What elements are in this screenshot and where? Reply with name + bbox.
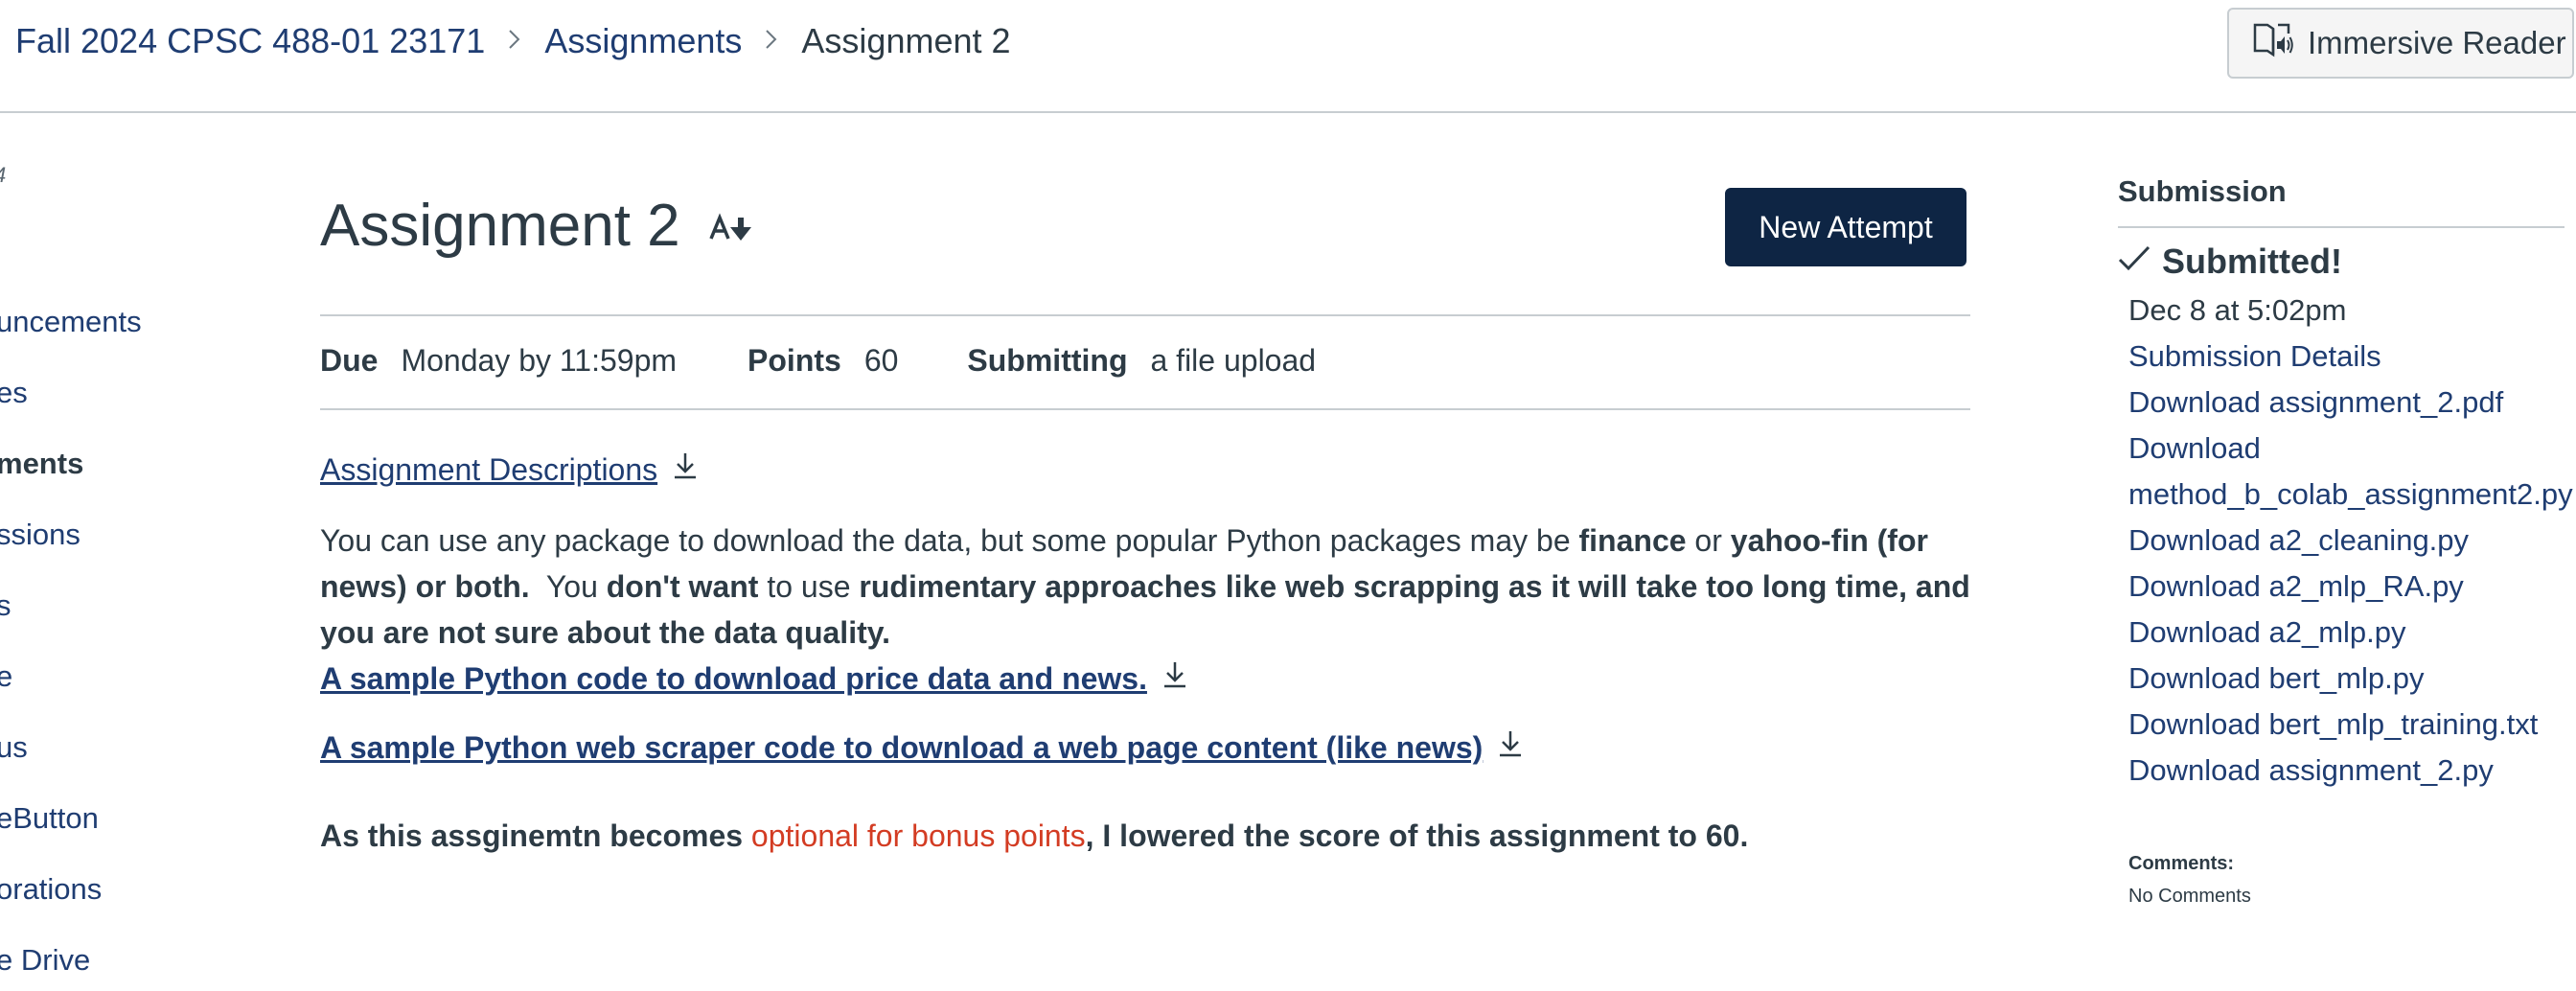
comments-value: No Comments: [2128, 886, 2251, 907]
chevron-right-icon: [765, 25, 778, 58]
download-file-link[interactable]: Download assignment_2.pdf: [2128, 385, 2503, 420]
download-file-link[interactable]: Download bert_mlp_training.txt: [2128, 707, 2538, 742]
assignment-details: Due Monday by 11:59pm Points 60 Submitti…: [320, 343, 1316, 379]
description-paragraph: You can use any package to download the …: [320, 523, 1970, 650]
immersive-reader-icon: [2252, 20, 2308, 66]
nav-item-youtube-button[interactable]: eButton: [0, 801, 99, 836]
download-file-link[interactable]: Download: [2128, 431, 2261, 466]
submission-details-link[interactable]: Submission Details: [2128, 339, 2381, 374]
breadcrumb-assignments-link[interactable]: Assignments: [544, 21, 742, 61]
assignment-descriptions-link[interactable]: Assignment Descriptions: [320, 450, 700, 489]
points-value: 60: [863, 343, 899, 378]
course-nav: 4 uncements es ments ssions s e us eButt…: [0, 113, 288, 991]
breadcrumb-current: Assignment 2: [801, 21, 1011, 60]
sample-price-code-link[interactable]: A sample Python code to download price d…: [320, 659, 1189, 698]
checkmark-icon: [2118, 242, 2162, 282]
submitting-value: a file upload: [1150, 343, 1317, 378]
points-label: Points: [748, 343, 841, 378]
nav-item-syllabus[interactable]: us: [0, 730, 28, 765]
submission-heading: Submission: [2118, 174, 2287, 208]
term-label: 4: [0, 163, 6, 188]
divider: [320, 314, 1970, 316]
submission-date: Dec 8 at 5:02pm: [2128, 293, 2347, 327]
chevron-right-icon: [508, 25, 521, 58]
immersive-reader-button[interactable]: Immersive Reader: [2227, 8, 2574, 79]
bonus-note: As this assginemtn becomes optional for …: [320, 818, 1749, 853]
download-file-link[interactable]: Download a2_mlp_RA.py: [2128, 569, 2464, 604]
breadcrumb: Fall 2024 CPSC 488-01 23171 Assignments …: [15, 21, 1011, 61]
due-value: Monday by 11:59pm: [401, 343, 678, 378]
download-file-link[interactable]: Download bert_mlp.py: [2128, 661, 2424, 696]
download-file-link[interactable]: Download a2_cleaning.py: [2128, 523, 2469, 558]
divider: [320, 408, 1970, 410]
nav-item-assignments[interactable]: ments: [0, 447, 83, 481]
comments-label: Comments:: [2128, 853, 2235, 874]
nav-item-google-drive[interactable]: e Drive: [0, 943, 90, 978]
sample-scraper-code-label: A sample Python web scraper code to down…: [320, 729, 1484, 765]
download-file-link[interactable]: method_b_colab_assignment2.py: [2128, 477, 2573, 512]
page-title: Assignment 2: [320, 193, 680, 259]
assignment-descriptions-label: Assignment Descriptions: [320, 451, 658, 487]
nav-item-discussions[interactable]: ssions: [0, 518, 80, 552]
due-label: Due: [320, 343, 379, 378]
immersive-reader-label: Immersive Reader: [2308, 25, 2566, 60]
download-icon[interactable]: [671, 450, 700, 489]
nav-item-collaborations[interactable]: orations: [0, 872, 102, 907]
divider: [2118, 226, 2564, 228]
bonus-highlight: optional for bonus points: [750, 818, 1086, 853]
sample-price-code-label: A sample Python code to download price d…: [320, 660, 1147, 696]
download-file-link[interactable]: Download a2_mlp.py: [2128, 615, 2406, 650]
submitting-label: Submitting: [967, 343, 1128, 378]
submission-status-label: Submitted!: [2162, 242, 2342, 281]
nav-item-modules[interactable]: es: [0, 376, 28, 410]
nav-item-announcements[interactable]: uncements: [0, 305, 142, 339]
nav-item-people[interactable]: e: [0, 659, 12, 694]
nav-item-grades[interactable]: s: [0, 588, 12, 623]
submission-status: Submitted!: [2118, 242, 2342, 282]
download-icon[interactable]: [1496, 728, 1525, 767]
ai-icon[interactable]: [709, 212, 753, 249]
top-header: Fall 2024 CPSC 488-01 23171 Assignments …: [0, 0, 2576, 113]
download-file-link[interactable]: Download assignment_2.py: [2128, 753, 2494, 788]
download-icon[interactable]: [1161, 659, 1189, 698]
new-attempt-button[interactable]: New Attempt: [1725, 188, 1966, 266]
breadcrumb-course-link[interactable]: Fall 2024 CPSC 488-01 23171: [15, 21, 485, 61]
title-row: Assignment 2: [320, 192, 753, 260]
sample-scraper-code-link[interactable]: A sample Python web scraper code to down…: [320, 728, 1525, 767]
